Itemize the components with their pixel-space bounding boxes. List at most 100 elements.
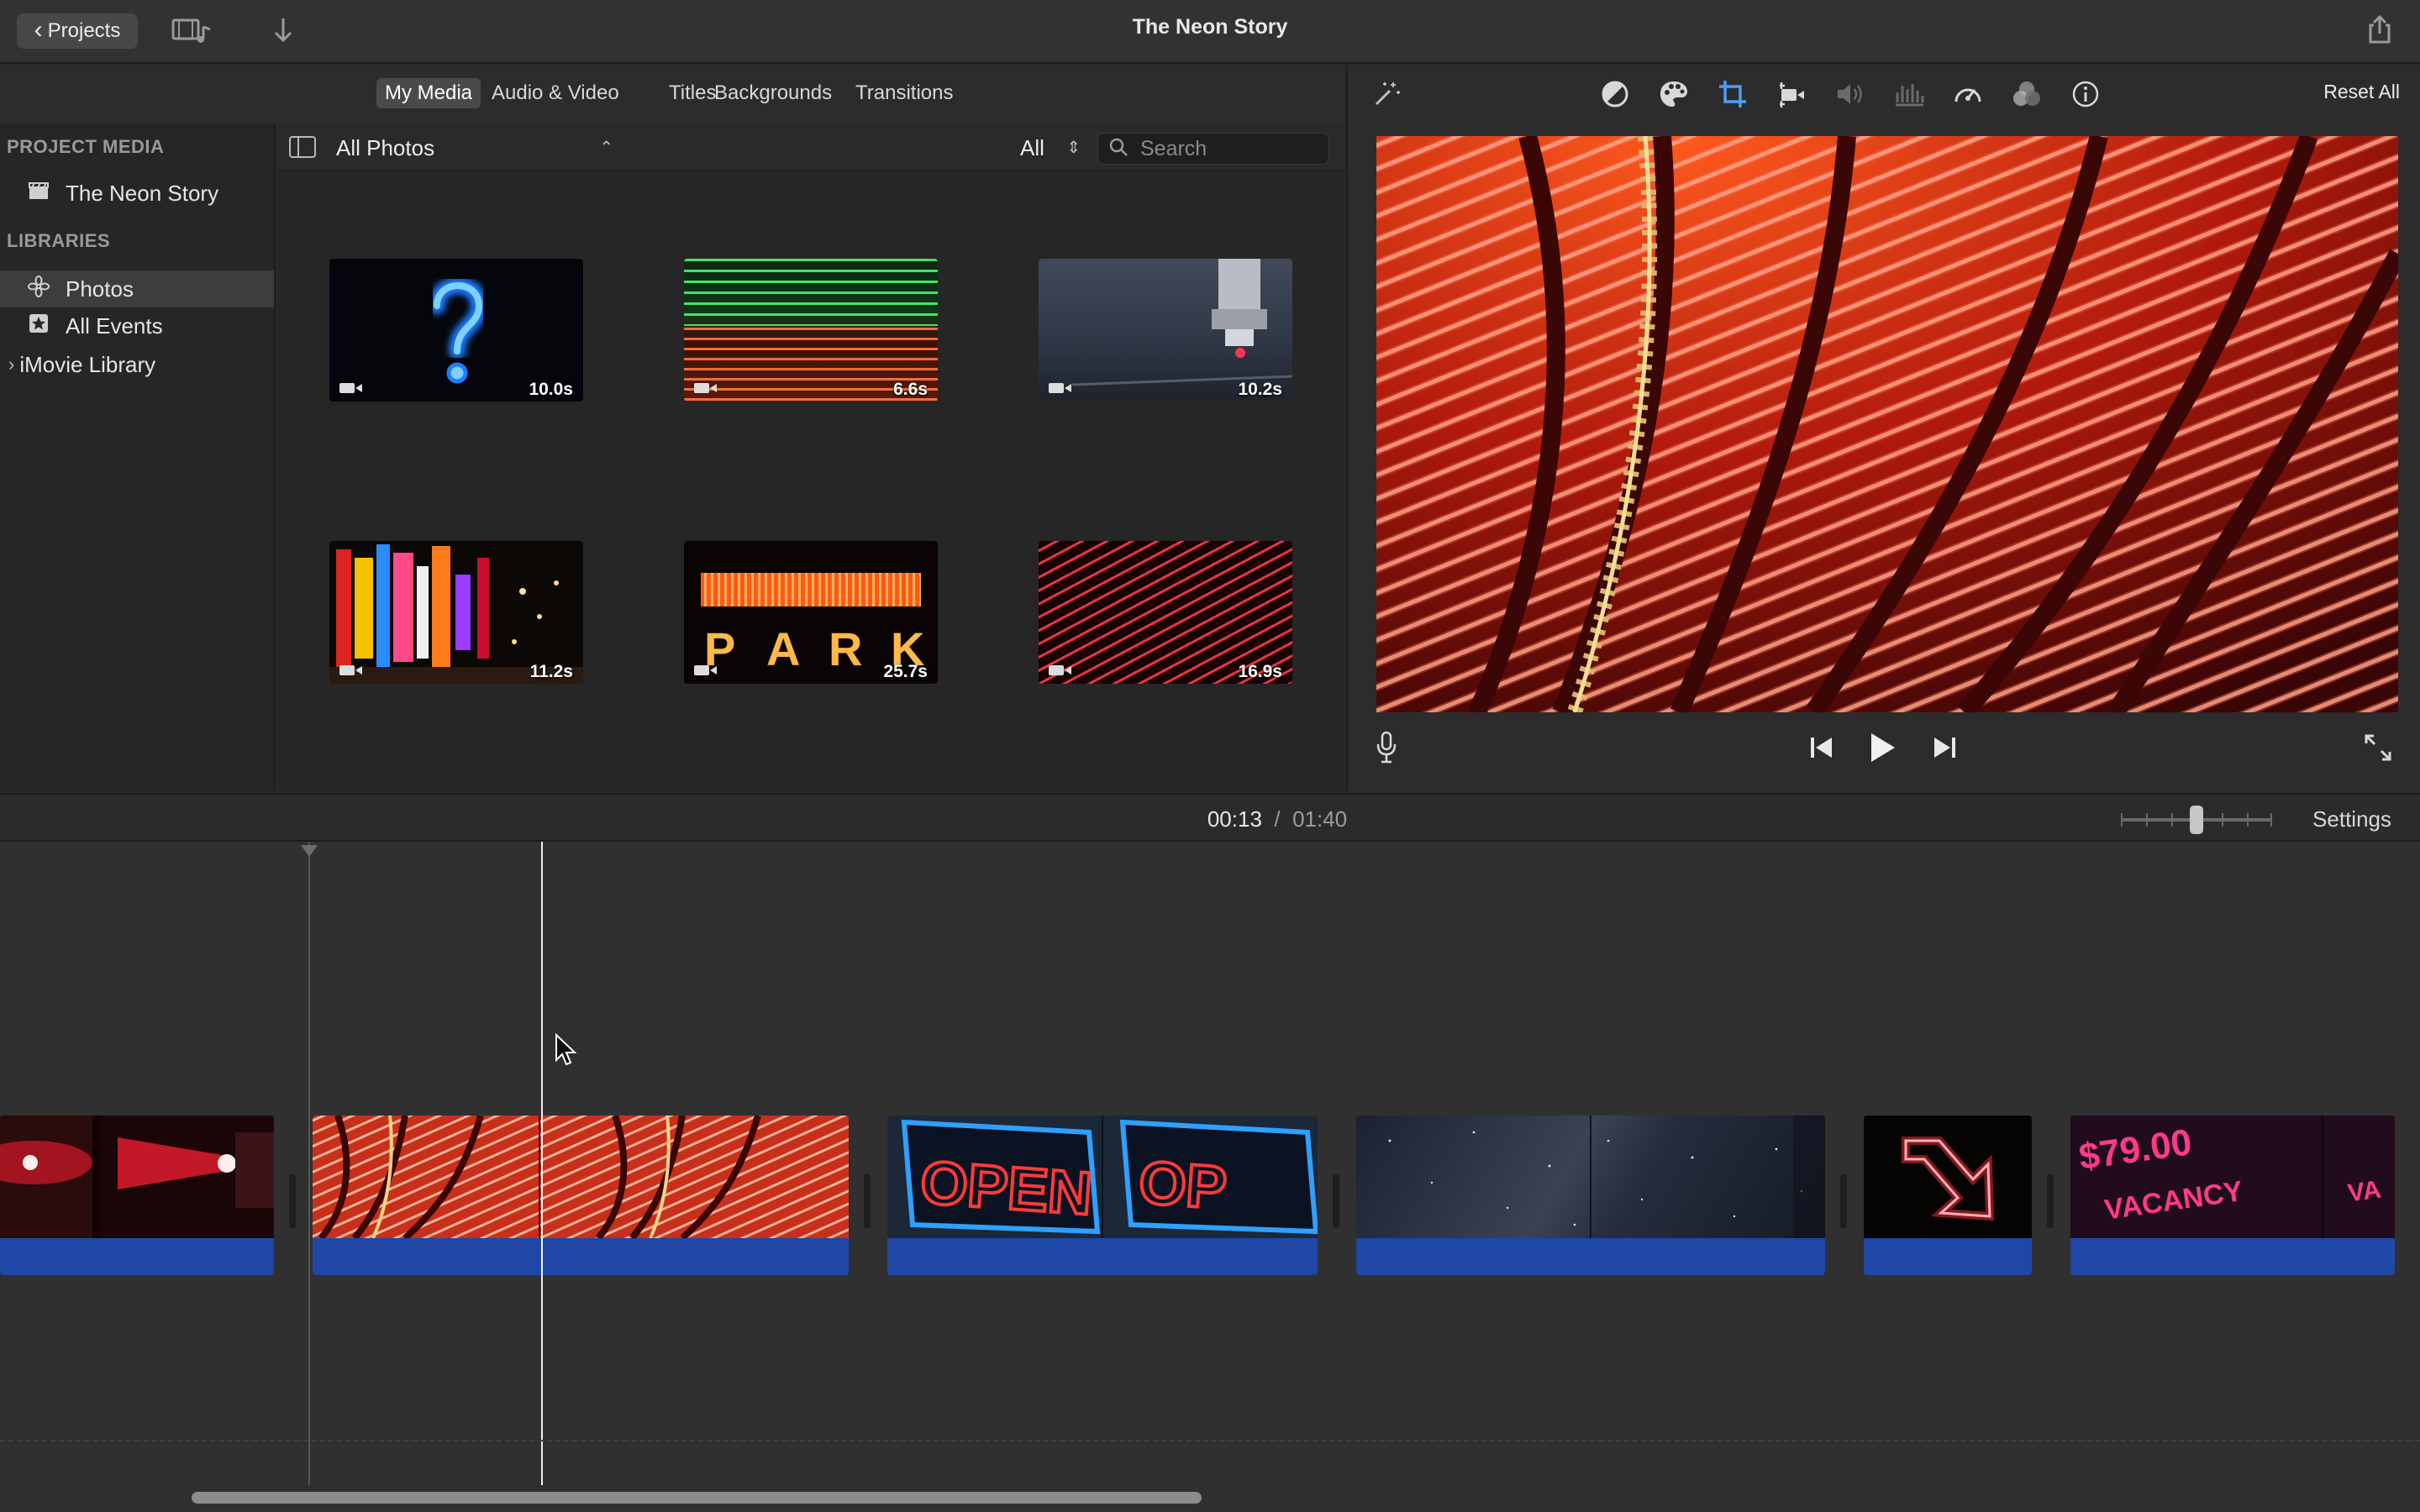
media-thumbnail[interactable]: 10.0s <box>329 259 583 402</box>
sidebar-item-imovie-library[interactable]: › iMovie Library <box>0 346 274 383</box>
media-thumbnail[interactable]: 16.9s <box>1039 541 1292 684</box>
chevron-left-icon: ‹ <box>34 16 43 44</box>
browser-toolbar: All Photos ⌃ All ⇕ <box>277 124 1344 171</box>
title-bar: ‹ Projects The Neon Story <box>0 0 2420 64</box>
color-balance-icon[interactable] <box>1598 77 1632 111</box>
clip-audio-bar <box>1356 1238 1825 1275</box>
media-thumbnail[interactable]: 11.2s <box>329 541 583 684</box>
tab-audio-video[interactable]: Audio & Video <box>483 78 628 108</box>
clapper-icon <box>27 181 50 207</box>
clip-frames: $79.00 VACANCY VA <box>2070 1116 2395 1238</box>
speed-icon[interactable] <box>1951 77 1985 111</box>
tab-backgrounds[interactable]: Backgrounds <box>706 78 840 108</box>
sidebar-toggle-icon[interactable] <box>289 136 316 158</box>
media-thumbnail[interactable]: 6.6s <box>684 259 938 402</box>
sidebar-item-label: The Neon Story <box>66 180 219 206</box>
play-icon[interactable] <box>1864 729 1901 766</box>
vacancy-sign-image: $79.00 VACANCY VA <box>2070 1116 2395 1238</box>
microphone-icon[interactable] <box>1368 729 1405 766</box>
sidebar-item-all-events[interactable]: All Events <box>0 307 274 344</box>
disclosure-chevron-icon[interactable]: › <box>8 354 14 375</box>
timeline-zoom-slider[interactable] <box>2121 806 2272 834</box>
slider-tick <box>2171 813 2173 827</box>
clip-audio-bar <box>1864 1238 2032 1275</box>
stabilization-icon[interactable] <box>1775 77 1808 111</box>
svg-text:VA: VA <box>2346 1175 2383 1207</box>
reset-all-button[interactable]: Reset All <box>2323 81 2400 103</box>
noise-reduction-icon[interactable] <box>1892 77 1926 111</box>
timeline-clip[interactable] <box>1864 1116 2032 1275</box>
sidebar-item-photos[interactable]: Photos <box>0 270 274 307</box>
clip-gap-handle[interactable] <box>289 1174 296 1228</box>
magic-wand-icon[interactable] <box>1370 77 1403 111</box>
svg-text:OPEN: OPEN <box>918 1149 1094 1228</box>
timeline-clip[interactable] <box>1356 1116 1825 1275</box>
zoom-slider-knob[interactable] <box>2190 806 2203 834</box>
project-media-header: PROJECT MEDIA <box>7 136 165 157</box>
timeline-scrollbar[interactable] <box>192 1492 1202 1504</box>
sidebar-item-project[interactable]: The Neon Story <box>0 175 274 212</box>
neon-canopy-image <box>1376 136 2398 712</box>
playhead[interactable] <box>541 842 543 1485</box>
timecode-display: 00:13 / 01:40 <box>1092 806 1462 832</box>
media-toggle-icon[interactable] <box>171 15 213 55</box>
timeline-clip[interactable] <box>0 1116 274 1275</box>
album-select[interactable]: All Photos ⌃ <box>336 133 613 163</box>
video-preview <box>1376 136 2398 712</box>
svg-text:R: R <box>829 622 862 675</box>
skip-back-icon[interactable] <box>1803 729 1840 766</box>
media-thumbnail[interactable]: 10.2s <box>1039 259 1292 402</box>
clip-frames <box>1864 1116 2032 1238</box>
library-sidebar: PROJECT MEDIA The Neon Story LIBRARIES P… <box>0 124 276 791</box>
timeline-clip[interactable]: $79.00 VACANCY VA <box>2070 1116 2395 1275</box>
slider-tick <box>2121 813 2123 827</box>
projects-back-button[interactable]: ‹ Projects <box>17 13 138 49</box>
filter-select-value: All <box>1020 135 1044 160</box>
search-input[interactable] <box>1140 136 1308 161</box>
sidebar-item-label: All Events <box>66 312 163 339</box>
import-arrow-icon[interactable] <box>271 15 296 55</box>
timeline[interactable]: OPEN OP $79.00 VACANCY VA <box>0 842 2420 1512</box>
clip-gap-handle[interactable] <box>2047 1174 2054 1228</box>
color-correction-icon[interactable] <box>1657 77 1691 111</box>
audio-track-divider <box>0 1440 2420 1441</box>
clip-gap-handle[interactable] <box>1840 1174 1847 1228</box>
current-time: 00:13 <box>1207 806 1262 832</box>
projects-back-label: Projects <box>47 19 121 42</box>
media-thumbnail[interactable]: PARK 25.7s <box>684 541 938 684</box>
tab-transitions[interactable]: Transitions <box>847 78 961 108</box>
video-camera-icon <box>694 665 717 675</box>
libraries-header: LIBRARIES <box>7 230 111 251</box>
info-icon[interactable] <box>2069 77 2102 111</box>
search-icon <box>1108 137 1130 161</box>
clip-duration: 11.2s <box>529 662 573 681</box>
timeline-settings-button[interactable]: Settings <box>2312 806 2391 832</box>
clip-audio-bar <box>0 1238 274 1275</box>
clip-duration: 10.2s <box>1238 380 1282 399</box>
mouse-cursor-icon <box>555 1033 576 1066</box>
neon-canopy-frames <box>313 1116 849 1238</box>
clip-gap-handle[interactable] <box>864 1174 871 1228</box>
star-icon <box>27 313 50 339</box>
sidebar-item-label: iMovie Library <box>19 351 156 377</box>
search-box[interactable] <box>1097 133 1329 165</box>
clip-filter-icon[interactable] <box>2010 77 2044 111</box>
slider-tick <box>2270 813 2272 827</box>
timeline-clip-selected[interactable] <box>313 1116 849 1275</box>
svg-text:A: A <box>766 622 800 675</box>
tab-my-media[interactable]: My Media <box>376 78 481 108</box>
timeline-clip[interactable]: OPEN OP <box>887 1116 1318 1275</box>
filter-select[interactable]: All ⇕ <box>1020 133 1081 163</box>
video-camera-icon <box>1049 665 1071 675</box>
time-separator: / <box>1274 806 1281 832</box>
crop-icon[interactable] <box>1716 77 1749 111</box>
fullscreen-icon[interactable] <box>2360 729 2396 766</box>
clip-gap-handle[interactable] <box>1333 1174 1339 1228</box>
clip-frames <box>1356 1116 1825 1238</box>
clip-audio-bar <box>2070 1238 2395 1275</box>
open-sign-image: OPEN OP <box>887 1116 1318 1238</box>
volume-icon[interactable] <box>1833 77 1867 111</box>
slider-tick <box>2222 813 2223 827</box>
share-icon[interactable] <box>2363 13 2396 47</box>
skip-forward-icon[interactable] <box>1926 729 1963 766</box>
